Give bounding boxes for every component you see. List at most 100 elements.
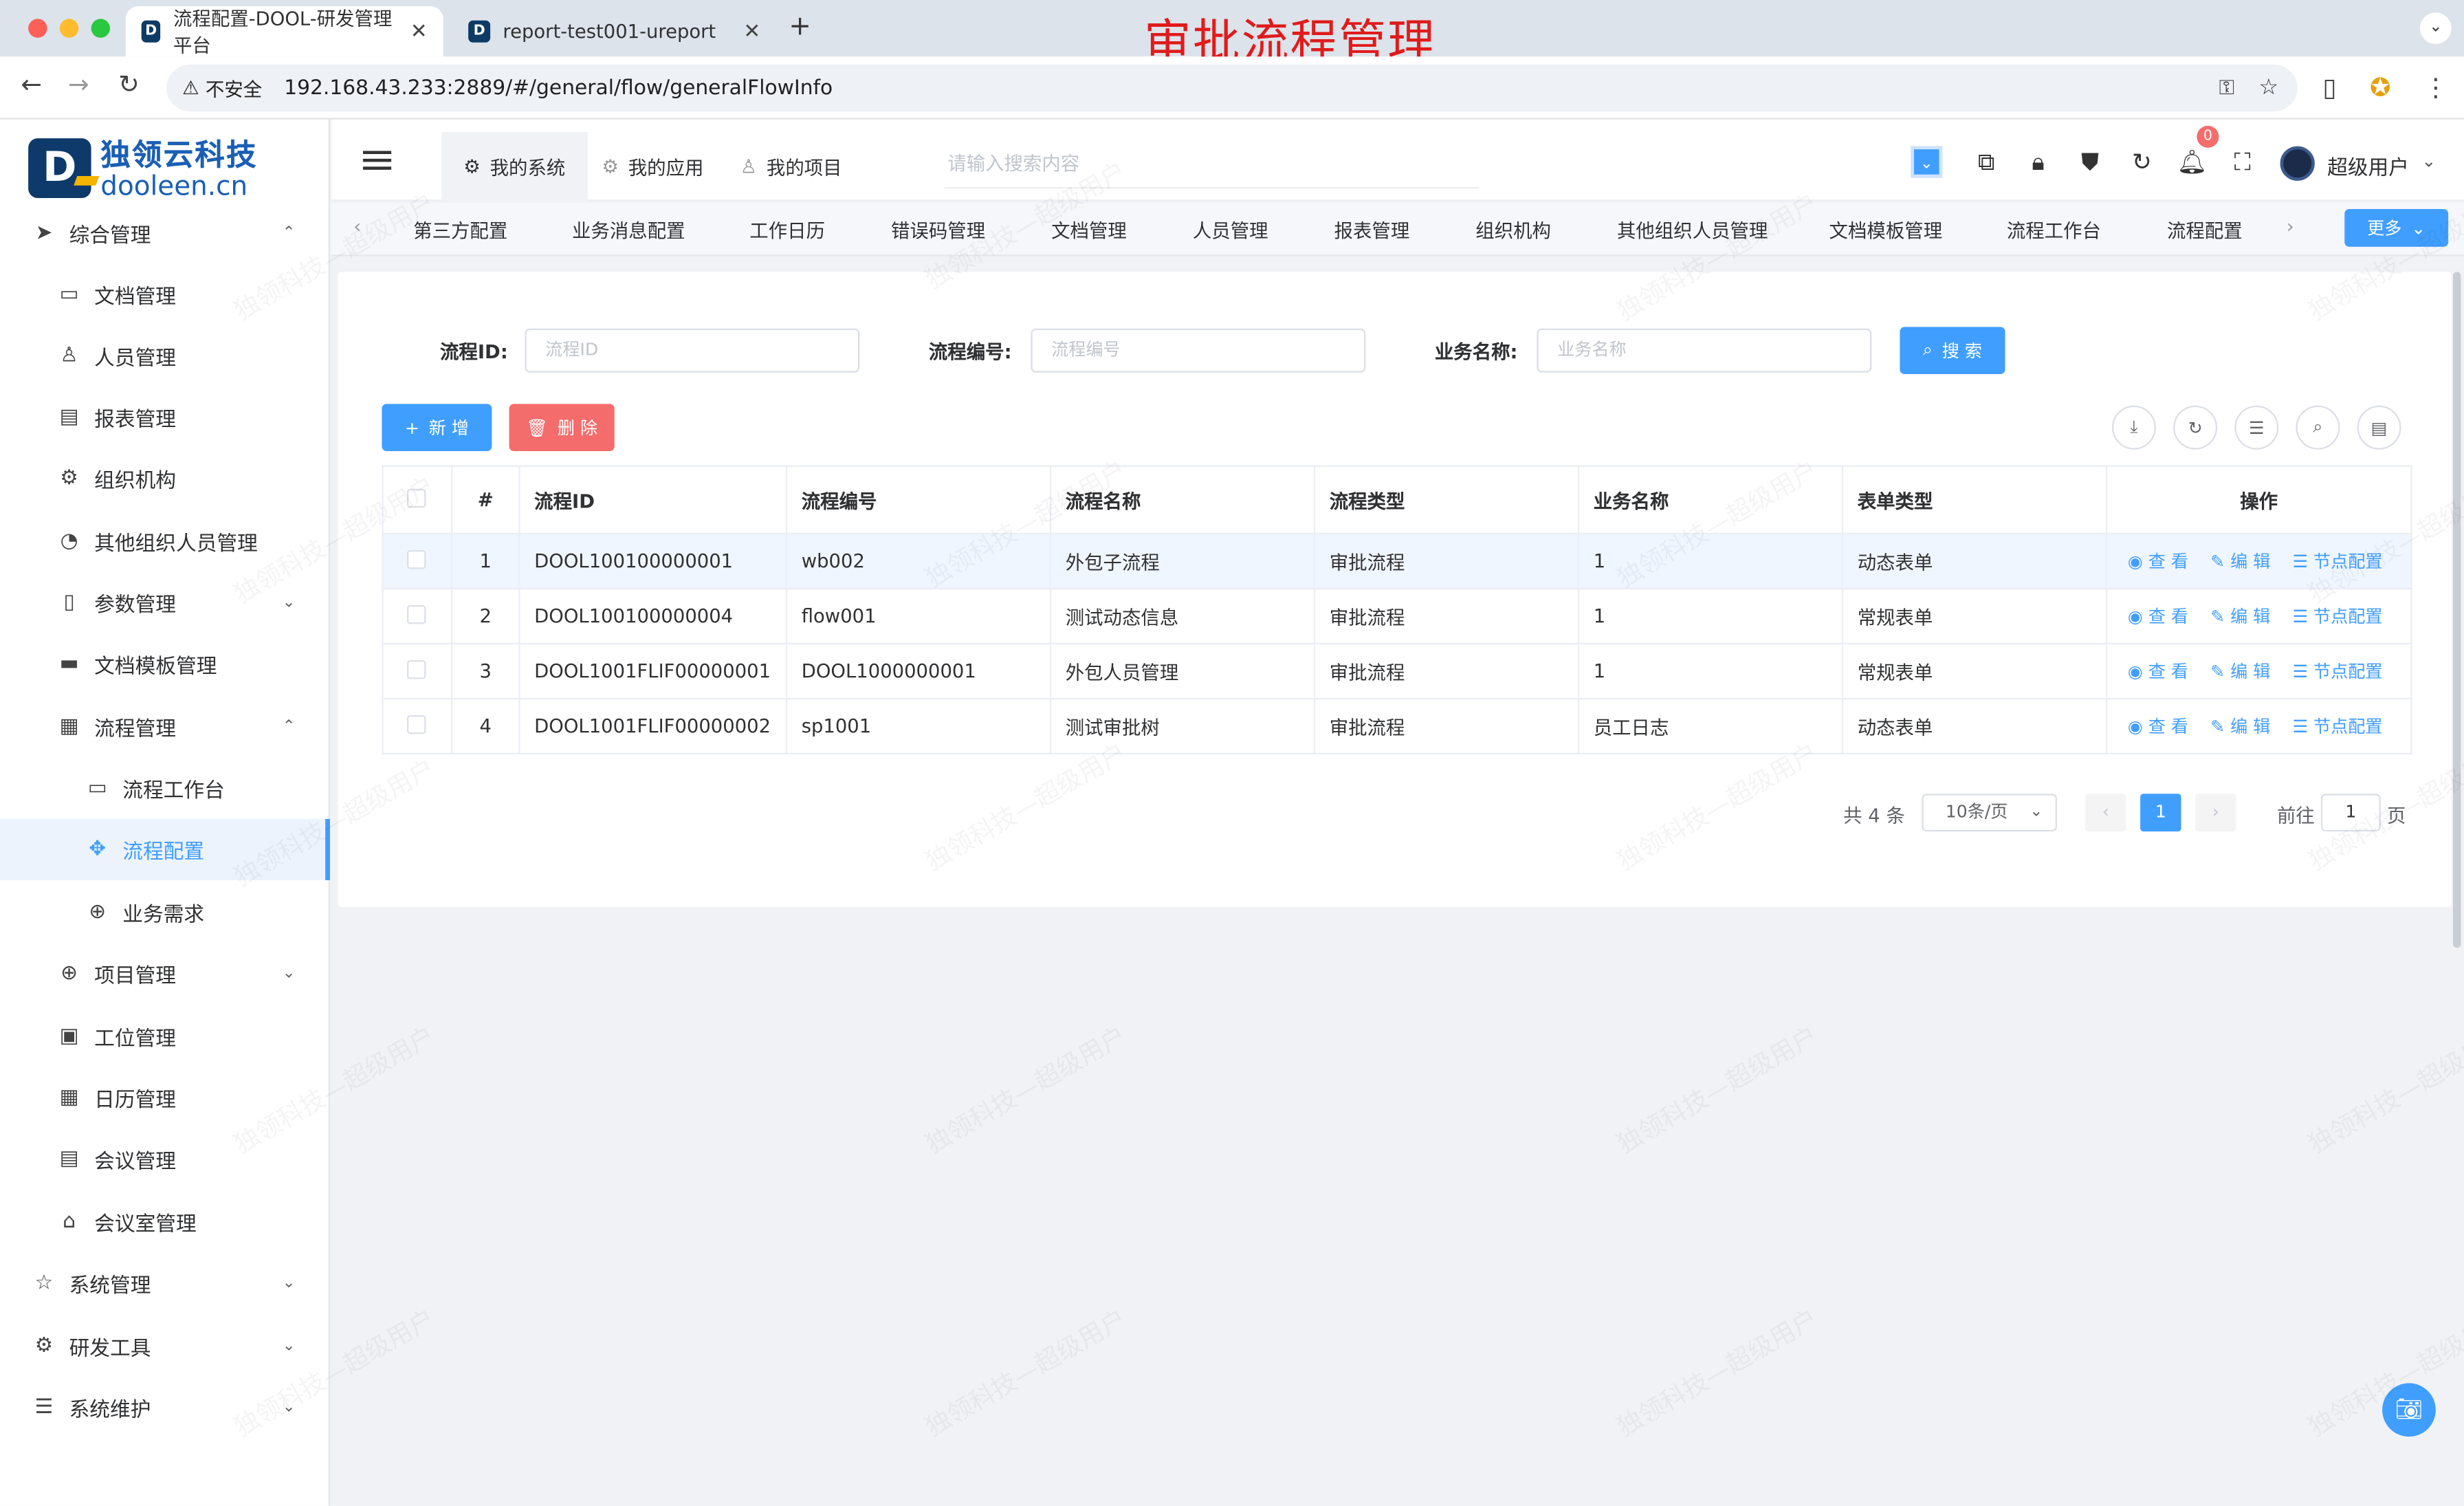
tab-search-icon[interactable]: ⌄: [2419, 12, 2452, 44]
nav-tab[interactable]: 文档管理: [1051, 217, 1127, 243]
close-tab-icon[interactable]: ✕: [743, 20, 760, 43]
select-all-checkbox[interactable]: [406, 488, 426, 508]
tab-my-system[interactable]: ⚙ 我的系统: [441, 131, 588, 201]
nav-tab[interactable]: 业务消息配置: [572, 217, 685, 243]
node-config-button[interactable]: ☰ 节点配置: [2292, 714, 2382, 739]
sidebar-item[interactable]: ▭ 流程工作台: [0, 758, 330, 819]
table-row[interactable]: 3 DOOL1001FLIF00000001 DOOL1000000001 外包人员管…: [382, 642, 2412, 700]
address-bar[interactable]: ⚠ 不安全 192.168.43.233:2889/#/general/flow/…: [166, 64, 2298, 112]
sidebar-item[interactable]: ♙ 人员管理: [0, 325, 330, 386]
tab-my-apps[interactable]: ⚙ 我的应用: [580, 132, 725, 201]
add-button[interactable]: + 新 增: [382, 404, 492, 451]
table-row[interactable]: 4 DOOL1001FLIF00000002 sp1001 测试审批树 审批流程 员工日志…: [382, 697, 2412, 755]
browser-menu-icon[interactable]: ⋮: [2423, 72, 2449, 102]
forward-icon[interactable]: →: [60, 69, 98, 99]
search-button[interactable]: ⌕ 搜 索: [1900, 327, 2005, 374]
sidebar-item[interactable]: ▯ 参数管理 ⌄: [0, 572, 330, 633]
page-size-select[interactable]: 10条/页 ⌄: [1922, 794, 2057, 832]
sidebar-item[interactable]: ▣ 工位管理: [0, 1006, 330, 1067]
nav-tab[interactable]: 错误码管理: [891, 217, 985, 243]
column-settings-icon[interactable]: ☰: [2234, 405, 2279, 450]
browser-tab-active[interactable]: D 流程配置-DOOL-研发管理平台 ✕: [125, 6, 443, 57]
view-button[interactable]: ◉ 查 看: [2128, 549, 2188, 574]
refresh-icon[interactable]: ↻: [2126, 148, 2158, 176]
print-icon[interactable]: ▤: [2357, 405, 2401, 450]
edit-button[interactable]: ✎ 编 辑: [2210, 604, 2270, 629]
sidebar-item[interactable]: ⚙ 研发工具 ⌄: [0, 1316, 330, 1377]
sidebar-item[interactable]: ▭ 文档管理: [0, 264, 330, 325]
sidebar-item[interactable]: ▦ 日历管理: [0, 1067, 330, 1128]
nav-tab[interactable]: 流程工作台: [2007, 217, 2101, 243]
sidebar-item[interactable]: ⌂ 会议室管理: [0, 1192, 330, 1253]
goto-page-input[interactable]: 1: [2320, 794, 2381, 832]
row-select-cell[interactable]: [382, 642, 453, 700]
scroll-right-icon[interactable]: ›: [2287, 215, 2294, 237]
fullscreen-icon[interactable]: ⛶: [2227, 148, 2258, 176]
key-icon[interactable]: ⚿: [2219, 76, 2235, 100]
node-config-button[interactable]: ☰ 节点配置: [2292, 659, 2382, 684]
minimize-window-button[interactable]: [59, 19, 79, 38]
sidebar-item[interactable]: ▬ 文档模板管理: [0, 633, 330, 695]
nav-tab[interactable]: 第三方配置: [413, 217, 507, 243]
browser-tab[interactable]: D report-test001-ureport ✕: [452, 6, 776, 56]
bookmark-star-icon[interactable]: ☆: [2259, 76, 2279, 101]
table-row[interactable]: 1 DOOL100100000001 wb002 外包子流程 审批流程 1 动态表单 ◉ 查 …: [382, 532, 2412, 590]
sidebar-item[interactable]: ⊕ 业务需求: [0, 882, 330, 943]
view-button[interactable]: ◉ 查 看: [2128, 714, 2188, 739]
nav-tab[interactable]: 报表管理: [1334, 217, 1410, 243]
scroll-left-icon[interactable]: ‹: [353, 215, 361, 237]
page-number-current[interactable]: 1: [2140, 794, 2181, 832]
sidebar-item[interactable]: ▦ 流程管理 ⌃: [0, 697, 330, 758]
more-button[interactable]: 更多 ⌄: [2344, 208, 2449, 247]
download-icon[interactable]: ⤓: [2111, 405, 2156, 450]
sidebar-item[interactable]: ☰ 系统维护 ⌄: [0, 1377, 330, 1438]
row-checkbox[interactable]: [406, 714, 426, 734]
flow-code-input[interactable]: 流程编号: [1031, 328, 1366, 373]
table-row[interactable]: 2 DOOL100100000004 flow001 测试动态信息 审批流程 1 常规表单 ◉…: [382, 587, 2412, 645]
maximize-window-button[interactable]: [91, 19, 110, 38]
back-icon[interactable]: ←: [12, 69, 50, 99]
avatar[interactable]: [2280, 146, 2315, 181]
menu-toggle-icon[interactable]: [362, 151, 392, 170]
nav-tab[interactable]: 文档模板管理: [1829, 217, 1943, 243]
edit-button[interactable]: ✎ 编 辑: [2210, 714, 2270, 739]
row-checkbox[interactable]: [406, 604, 426, 624]
nav-tab[interactable]: 组织机构: [1475, 217, 1551, 243]
view-button[interactable]: ◉ 查 看: [2128, 604, 2188, 629]
sidebar-item[interactable]: ⊕ 项目管理 ⌄: [0, 943, 330, 1004]
refresh-table-icon[interactable]: ↻: [2173, 405, 2218, 450]
shirt-theme-icon[interactable]: ⛊: [2074, 148, 2106, 176]
toggle-search-icon[interactable]: ⌕: [2296, 405, 2340, 450]
row-checkbox[interactable]: [406, 659, 426, 679]
row-select-cell[interactable]: [382, 532, 453, 590]
edit-button[interactable]: ✎ 编 辑: [2210, 659, 2270, 684]
sidebar-item[interactable]: ▤ 会议管理: [0, 1128, 330, 1190]
security-indicator[interactable]: ⚠ 不安全: [182, 75, 262, 102]
sidebar-item[interactable]: ▤ 报表管理: [0, 386, 330, 448]
edit-button[interactable]: ✎ 编 辑: [2210, 549, 2270, 574]
sidebar-item[interactable]: ⚙ 组织机构: [0, 448, 330, 509]
extension-icon[interactable]: ✪: [2370, 72, 2391, 102]
delete-button[interactable]: 🗑︎ 删 除: [509, 404, 615, 451]
bell-icon[interactable]: 🔔︎: [2177, 148, 2208, 176]
close-window-button[interactable]: [28, 19, 47, 38]
close-tab-icon[interactable]: ✕: [410, 20, 428, 43]
camera-float-button[interactable]: 📷︎: [2382, 1383, 2436, 1437]
select-all-cell[interactable]: [382, 465, 453, 535]
dropdown-square-icon[interactable]: ⌄: [1911, 146, 1943, 178]
biz-name-input[interactable]: 业务名称: [1537, 328, 1872, 373]
nav-tab[interactable]: 工作日历: [749, 217, 825, 243]
flow-id-input[interactable]: 流程ID: [525, 328, 860, 373]
lock-icon[interactable]: 🔒︎: [2023, 148, 2054, 176]
reload-icon[interactable]: ↻: [110, 69, 148, 99]
view-button[interactable]: ◉ 查 看: [2128, 659, 2188, 684]
node-config-button[interactable]: ☰ 节点配置: [2292, 549, 2382, 574]
row-checkbox[interactable]: [406, 549, 426, 569]
next-page-button[interactable]: ›: [2195, 794, 2236, 832]
username[interactable]: 超级用户: [2327, 151, 2409, 181]
row-select-cell[interactable]: [382, 697, 453, 755]
side-panel-icon[interactable]: ▯: [2322, 72, 2336, 102]
sidebar-item[interactable]: ☆ 系统管理 ⌄: [0, 1253, 330, 1314]
prev-page-button[interactable]: ‹: [2085, 794, 2126, 832]
new-tab-button[interactable]: +: [789, 11, 811, 43]
